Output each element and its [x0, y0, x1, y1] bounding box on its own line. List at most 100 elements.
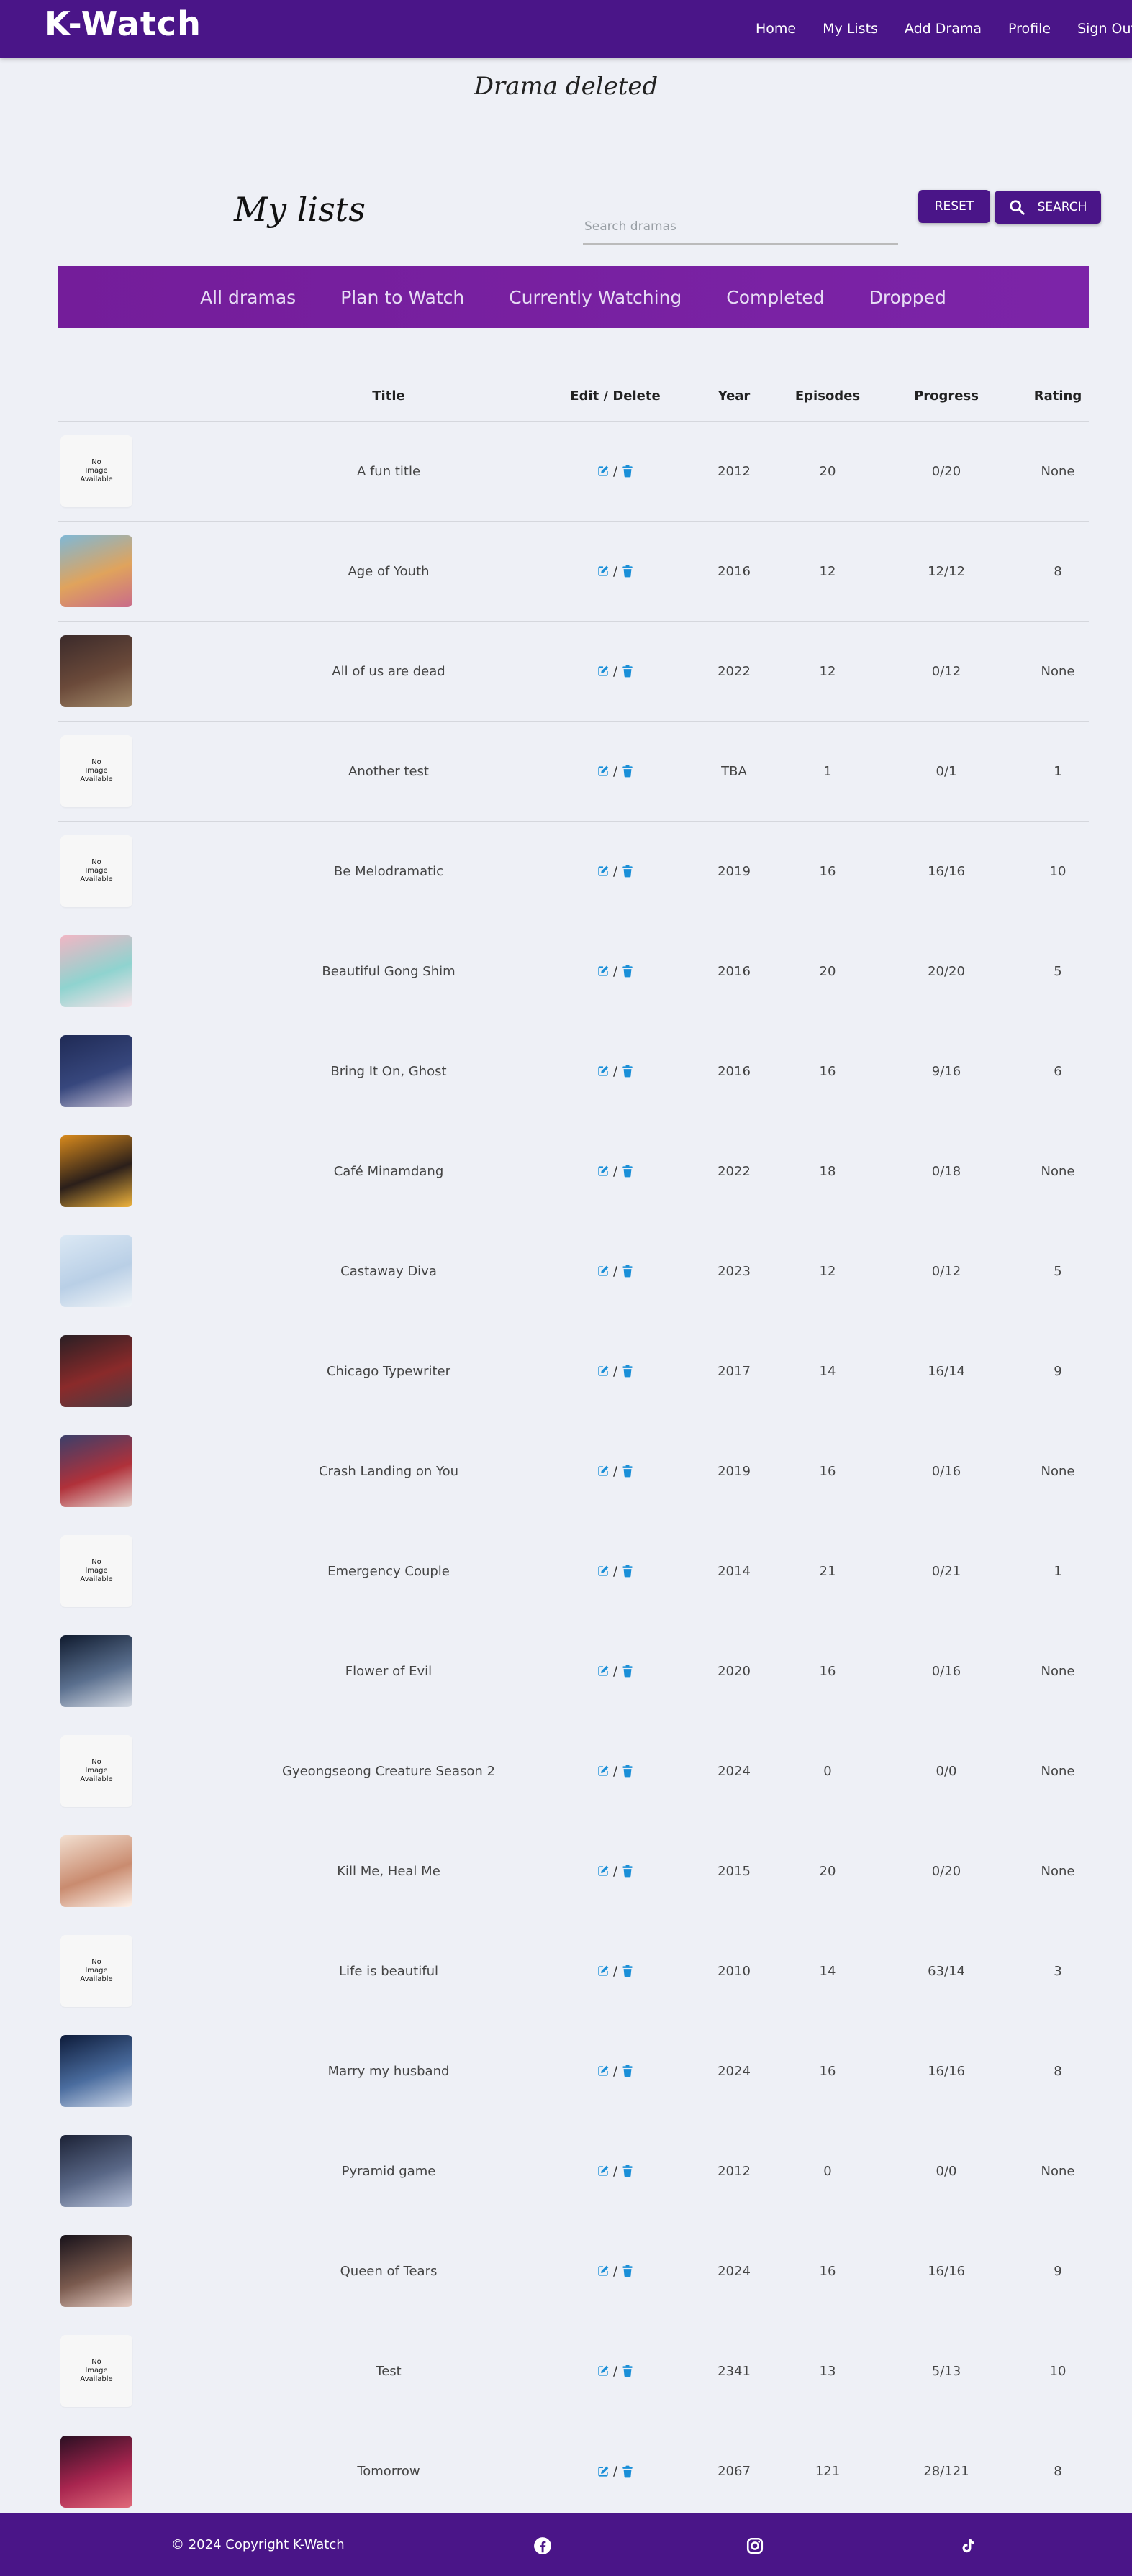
table-row: Marry my husband / 2024 16 16/16 8	[58, 2021, 1089, 2121]
row-actions: /	[596, 1264, 635, 1279]
edit-icon[interactable]	[596, 1164, 610, 1178]
edit-icon[interactable]	[596, 1364, 610, 1378]
reset-button[interactable]: RESET	[918, 190, 990, 223]
nav-link-add-drama[interactable]: Add Drama	[905, 21, 982, 37]
trash-icon[interactable]	[620, 464, 635, 478]
drama-episodes: 20	[819, 1863, 836, 1879]
no-image-placeholder: No Image Available	[60, 835, 132, 907]
trash-icon[interactable]	[620, 1764, 635, 1778]
drama-episodes: 13	[819, 2363, 836, 2379]
search-input[interactable]	[583, 210, 898, 245]
edit-delete-cell: /	[547, 2021, 684, 2121]
trash-icon[interactable]	[620, 1664, 635, 1678]
trash-icon[interactable]	[620, 964, 635, 978]
tab-plan-to-watch[interactable]: Plan to Watch	[340, 287, 464, 308]
edit-icon[interactable]	[596, 764, 610, 778]
drama-rating: None	[1041, 1863, 1075, 1879]
search-button[interactable]: SEARCH	[995, 191, 1101, 224]
drama-episodes: 14	[819, 1363, 836, 1379]
drama-title: All of us are dead	[332, 663, 445, 679]
edit-icon[interactable]	[596, 964, 610, 978]
edit-icon[interactable]	[596, 864, 610, 878]
trash-icon[interactable]	[620, 2364, 635, 2378]
edit-delete-cell: /	[547, 422, 684, 521]
edit-icon[interactable]	[596, 1764, 610, 1778]
tab-currently-watching[interactable]: Currently Watching	[509, 287, 682, 308]
trash-icon[interactable]	[620, 1564, 635, 1578]
tab-all-dramas[interactable]: All dramas	[200, 287, 296, 308]
no-image-line: Available	[80, 875, 113, 883]
trash-icon[interactable]	[620, 664, 635, 678]
drama-year: 2010	[717, 1963, 751, 1979]
facebook-icon[interactable]	[533, 2536, 552, 2555]
drama-year: 2019	[717, 863, 751, 879]
edit-icon[interactable]	[596, 2064, 610, 2078]
drama-rating: None	[1041, 1163, 1075, 1179]
row-actions: /	[596, 2164, 635, 2179]
row-actions: /	[596, 1764, 635, 1779]
tab-dropped[interactable]: Dropped	[869, 287, 946, 308]
action-separator: /	[612, 1763, 618, 1779]
trash-icon[interactable]	[620, 2465, 635, 2479]
nav-links: Home My Lists Add Drama Profile Sign Out	[729, 0, 1132, 58]
drama-poster	[60, 535, 132, 607]
nav-link-profile[interactable]: Profile	[1008, 21, 1051, 37]
trash-icon[interactable]	[620, 864, 635, 878]
trash-icon[interactable]	[620, 2164, 635, 2178]
trash-icon[interactable]	[620, 564, 635, 578]
drama-episodes: 16	[819, 1463, 836, 1479]
nav-link-sign-out[interactable]: Sign Out	[1077, 21, 1132, 37]
instagram-icon[interactable]	[746, 2536, 764, 2555]
row-actions: /	[596, 1664, 635, 1679]
row-actions: /	[596, 2264, 635, 2279]
trash-icon[interactable]	[620, 1964, 635, 1978]
edit-icon[interactable]	[596, 2264, 610, 2278]
trash-icon[interactable]	[620, 2264, 635, 2278]
trash-icon[interactable]	[620, 2064, 635, 2078]
edit-icon[interactable]	[596, 1664, 610, 1678]
action-separator: /	[612, 1563, 618, 1579]
drama-poster	[60, 1135, 132, 1207]
drama-rating: None	[1041, 663, 1075, 679]
edit-icon[interactable]	[596, 1464, 610, 1478]
edit-icon[interactable]	[596, 2364, 610, 2378]
edit-icon[interactable]	[596, 564, 610, 578]
trash-icon[interactable]	[620, 1064, 635, 1078]
edit-icon[interactable]	[596, 1864, 610, 1878]
drama-rating: 9	[1054, 1363, 1062, 1379]
trash-icon[interactable]	[620, 1164, 635, 1178]
drama-year: 2341	[717, 2363, 751, 2379]
poster-cell	[60, 2121, 132, 2221]
edit-icon[interactable]	[596, 1964, 610, 1978]
edit-icon[interactable]	[596, 464, 610, 478]
drama-episodes: 16	[819, 1663, 836, 1679]
drama-episodes: 18	[819, 1163, 836, 1179]
trash-icon[interactable]	[620, 1464, 635, 1478]
drama-year: 2024	[717, 1763, 751, 1779]
nav-link-home[interactable]: Home	[756, 21, 796, 37]
no-image-line: No	[91, 1558, 101, 1566]
nav-link-my-lists[interactable]: My Lists	[823, 21, 878, 37]
table-row: Queen of Tears / 2024 16 16/16 9	[58, 2221, 1089, 2321]
trash-icon[interactable]	[620, 1364, 635, 1378]
edit-icon[interactable]	[596, 2164, 610, 2178]
table-row: No Image Available Gyeongseong Creature Se…	[58, 1721, 1089, 1821]
edit-delete-cell: /	[547, 622, 684, 721]
edit-icon[interactable]	[596, 1264, 610, 1278]
tiktok-icon[interactable]	[958, 2536, 977, 2555]
brand-logo[interactable]: K-Watch	[45, 4, 202, 43]
edit-icon[interactable]	[596, 1564, 610, 1578]
drama-progress: 0/18	[931, 1163, 961, 1179]
drama-year: TBA	[721, 763, 747, 779]
edit-icon[interactable]	[596, 664, 610, 678]
edit-icon[interactable]	[596, 1064, 610, 1078]
drama-progress: 28/121	[923, 2464, 969, 2479]
trash-icon[interactable]	[620, 1864, 635, 1878]
tab-completed[interactable]: Completed	[726, 287, 824, 308]
trash-icon[interactable]	[620, 1264, 635, 1278]
trash-icon[interactable]	[620, 764, 635, 778]
table-row: All of us are dead / 2022 12 0/12 None	[58, 622, 1089, 722]
edit-icon[interactable]	[596, 2465, 610, 2479]
action-separator: /	[612, 663, 618, 679]
poster-cell	[60, 622, 132, 721]
